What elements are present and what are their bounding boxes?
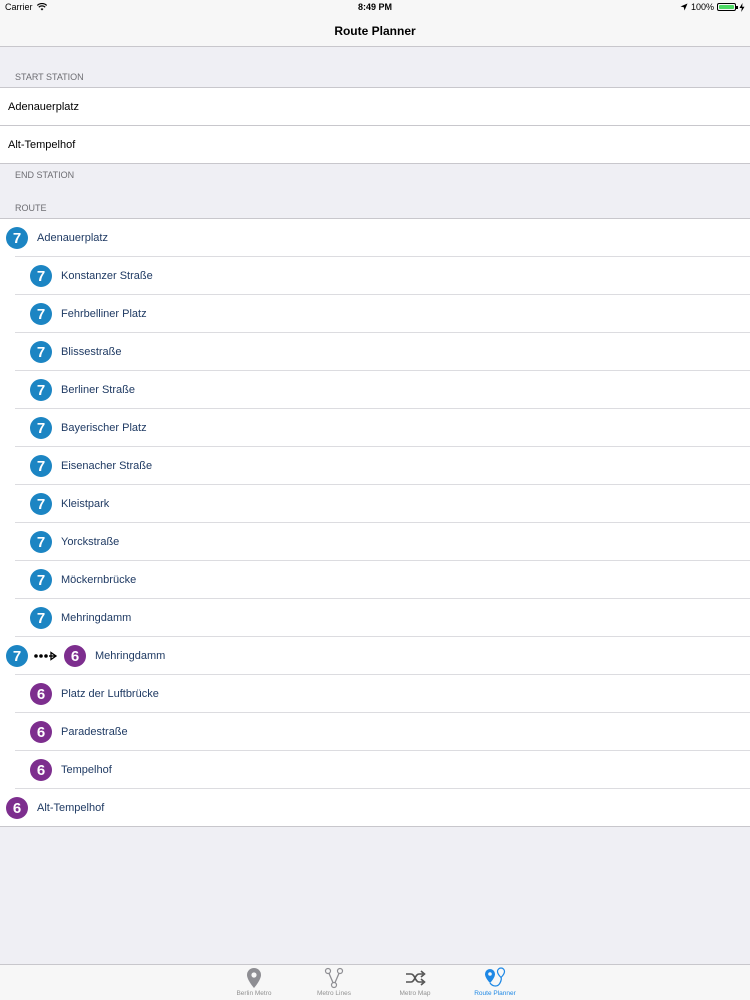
route-stop-name: Fehrbelliner Platz <box>61 308 147 320</box>
tab-bar: Berlin Metro Metro Lines Metro Map Route… <box>0 964 750 1000</box>
tab-label: Berlin Metro <box>236 990 272 997</box>
end-station-input[interactable] <box>8 139 708 151</box>
metro-lines-icon <box>324 967 344 989</box>
route-stop-row[interactable]: 7 6 Mehringdamm <box>0 637 750 675</box>
line-7-badge: 7 <box>30 379 52 401</box>
route-stop-name: Eisenacher Straße <box>61 460 153 472</box>
charging-icon <box>739 2 745 12</box>
route-stop-name: Kleistpark <box>61 498 110 510</box>
tab-label: Route Planner <box>474 990 516 997</box>
line-6-badge: 6 <box>30 759 52 781</box>
location-arrow-icon <box>680 3 688 11</box>
route-stop-row[interactable]: 7 Berliner Straße <box>0 371 750 409</box>
route-stop-name: Konstanzer Straße <box>61 270 153 282</box>
route-stop-row[interactable]: 7 Konstanzer Straße <box>0 257 750 295</box>
divider <box>0 826 750 827</box>
status-right: 100% <box>680 2 745 12</box>
page-title: Route Planner <box>334 24 416 38</box>
start-station-row[interactable] <box>0 88 750 126</box>
route-stop-row[interactable]: 7 Kleistpark <box>0 485 750 523</box>
route-stop-name: Yorckstraße <box>61 536 120 548</box>
line-7-badge: 7 <box>30 531 52 553</box>
route-stop-name: Tempelhof <box>61 764 112 776</box>
line-6-badge: 6 <box>6 797 28 819</box>
route-stop-name: Möckernbrücke <box>61 574 137 586</box>
line-7-badge: 7 <box>30 417 52 439</box>
empty-background <box>0 828 750 964</box>
map-pin-icon <box>247 968 261 988</box>
battery-icon <box>717 3 738 11</box>
route-stop-row[interactable]: 6 Tempelhof <box>0 751 750 789</box>
route-stop-row[interactable]: 7 Eisenacher Straße <box>0 447 750 485</box>
divider <box>0 163 750 164</box>
tab-metro-lines[interactable]: Metro Lines <box>299 965 369 1000</box>
route-stop-name: Paradestraße <box>61 726 128 738</box>
route-stop-name: Bayerischer Platz <box>61 422 147 434</box>
route-stop-name: Adenauerplatz <box>37 232 108 244</box>
end-station-row[interactable] <box>0 126 750 164</box>
route-stop-name: Alt-Tempelhof <box>37 802 105 814</box>
route-stop-row[interactable]: 7 Bayerischer Platz <box>0 409 750 447</box>
route-stop-row[interactable]: 6 Alt-Tempelhof <box>0 789 750 827</box>
line-7-badge: 7 <box>30 455 52 477</box>
route-stop-row[interactable]: 7 Möckernbrücke <box>0 561 750 599</box>
route-stop-row[interactable]: 7 Adenauerplatz <box>0 219 750 257</box>
line-7-badge: 7 <box>30 341 52 363</box>
line-6-badge: 6 <box>30 683 52 705</box>
line-6-badge: 6 <box>64 645 86 667</box>
tab-route-planner[interactable]: Route Planner <box>460 965 530 1000</box>
tab-berlin-metro[interactable]: Berlin Metro <box>219 965 289 1000</box>
start-station-header: START STATION <box>15 72 84 82</box>
route-stop-name: Blissestraße <box>61 346 122 358</box>
route-stop-row[interactable]: 6 Paradestraße <box>0 713 750 751</box>
shuffle-icon <box>406 970 426 986</box>
route-stop-row[interactable]: 7 Yorckstraße <box>0 523 750 561</box>
navigation-bar: Route Planner <box>0 15 750 47</box>
tab-label: Metro Map <box>399 990 431 997</box>
line-7-badge: 7 <box>30 303 52 325</box>
route-planner-icon <box>485 967 506 987</box>
line-7-badge: 7 <box>30 265 52 287</box>
route-stop-name: Mehringdamm <box>95 650 166 662</box>
tab-label: Metro Lines <box>317 990 351 997</box>
route-stop-row[interactable]: 7 Mehringdamm <box>0 599 750 637</box>
line-7-badge: 7 <box>6 645 28 667</box>
line-6-badge: 6 <box>30 721 52 743</box>
end-station-header: END STATION <box>15 170 75 180</box>
line-7-badge: 7 <box>30 607 52 629</box>
route-stop-name: Mehringdamm <box>61 612 132 624</box>
route-stop-name: Platz der Luftbrücke <box>61 688 159 700</box>
transfer-arrow-icon <box>34 651 58 661</box>
tab-metro-map[interactable]: Metro Map <box>380 965 450 1000</box>
route-stop-name: Berliner Straße <box>61 384 135 396</box>
status-bar: Carrier 8:49 PM 100% <box>0 0 750 15</box>
start-station-input[interactable] <box>8 101 708 113</box>
route-stop-row[interactable]: 7 Blissestraße <box>0 333 750 371</box>
line-7-badge: 7 <box>30 493 52 515</box>
line-7-badge: 7 <box>6 227 28 249</box>
route-list: 7 Adenauerplatz 7 Konstanzer Straße 7 Fehrbel… <box>0 219 750 827</box>
route-stop-row[interactable]: 7 Fehrbelliner Platz <box>0 295 750 333</box>
route-stop-row[interactable]: 6 Platz der Luftbrücke <box>0 675 750 713</box>
status-time: 8:49 PM <box>357 2 392 12</box>
line-7-badge: 7 <box>30 569 52 591</box>
battery-percent: 100% <box>690 2 714 12</box>
route-header: ROUTE <box>15 203 47 213</box>
